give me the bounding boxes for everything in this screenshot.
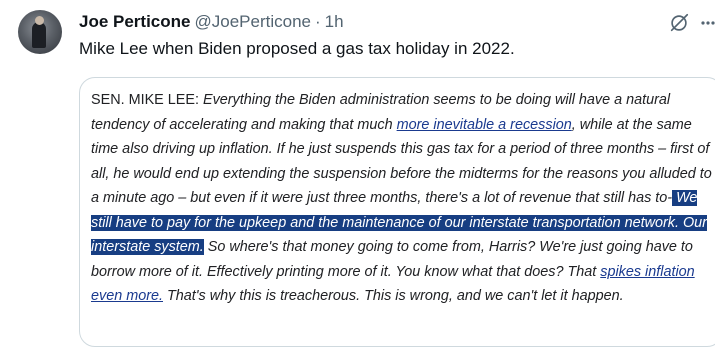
quote-transcript: SEN. MIKE LEE: Everything the Biden admi… — [91, 88, 715, 309]
tweet-text: Mike Lee when Biden proposed a gas tax h… — [79, 39, 515, 58]
more-icon[interactable] — [700, 12, 715, 34]
author-name[interactable]: Joe Perticone — [79, 12, 191, 31]
avatar-head — [35, 16, 44, 25]
grok-icon[interactable] — [668, 12, 690, 34]
avatar-figure — [32, 22, 46, 48]
quote-text-4: That's why this is treacherous. This is … — [163, 288, 624, 304]
quote-link-recession: more inevitable a recession — [396, 116, 572, 133]
tweet-header: Joe Perticone @JoePerticone · 1h — [79, 11, 344, 33]
media-image[interactable]: SEN. MIKE LEE: Everything the Biden admi… — [79, 77, 715, 347]
avatar[interactable] — [18, 10, 62, 54]
author-handle[interactable]: @JoePerticone — [195, 12, 312, 31]
separator-dot: · — [315, 12, 321, 31]
quote-speaker: SEN. MIKE LEE: — [91, 92, 199, 108]
timestamp[interactable]: 1h — [325, 12, 344, 31]
